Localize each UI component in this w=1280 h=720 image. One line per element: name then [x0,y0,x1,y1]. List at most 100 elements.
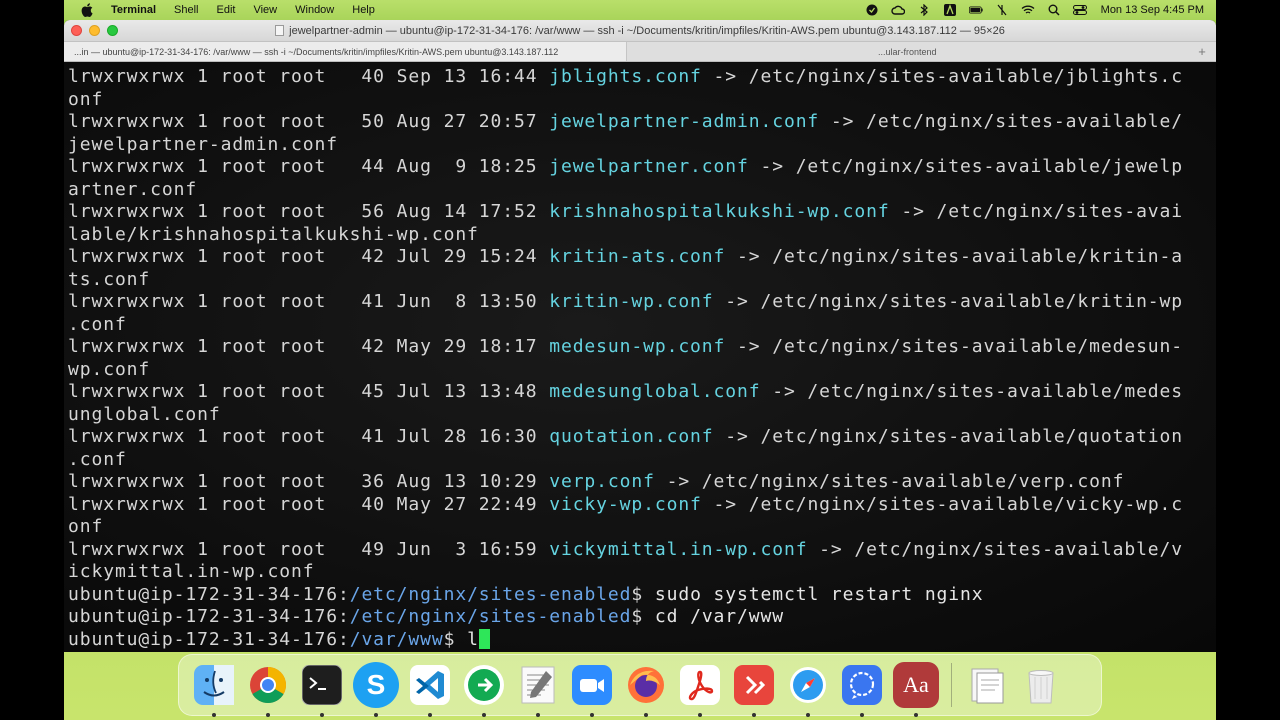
terminal-line: ubuntu@ip-172-31-34-176:/etc/nginx/sites… [68,584,1212,607]
creative-cloud-icon[interactable] [891,4,905,16]
terminal-line: ickymittal.in-wp.conf [68,561,1212,584]
dock-item-trash[interactable] [1018,662,1064,708]
dock-item-terminal[interactable] [299,662,345,717]
zoom-window-button[interactable] [107,25,118,36]
dock-item-chrome[interactable] [245,662,291,717]
tab-ssh-session[interactable]: ...in — ubuntu@ip-172-31-34-176: /var/ww… [64,42,627,61]
symlink-name: verp.conf [549,471,655,492]
symlink-name: kritin-wp.conf [549,291,714,312]
letterbox-left [0,0,64,720]
file-metadata: lrwxrwxrwx 1 root root 42 Jul 29 15:24 [68,246,550,267]
dock-item-signal[interactable] [839,662,885,717]
remote-desktop-icon [734,665,774,705]
new-tab-button[interactable]: + [1188,42,1216,61]
file-metadata: lrwxrwxrwx 1 root root 56 Aug 14 17:52 [68,201,550,222]
dock-item-mongodb-compass[interactable] [461,662,507,717]
menu-window[interactable]: Window [295,4,334,16]
battery-icon[interactable] [968,4,983,16]
tab-frontend[interactable]: ...ular-frontend [627,42,1189,61]
minimize-window-button[interactable] [89,25,100,36]
menu-help[interactable]: Help [352,4,375,16]
menu-app-name[interactable]: Terminal [111,4,156,16]
window-title: jewelpartner-admin — ubuntu@ip-172-31-34… [64,25,1216,37]
running-indicator [590,713,594,717]
dock-item-finder[interactable] [191,662,237,717]
symlink-target: -> /etc/nginx/sites-available/ [819,111,1184,132]
running-indicator [806,713,810,717]
extra-status-icon[interactable] [995,4,1009,16]
dock-item-zoom[interactable] [569,662,615,717]
symlink-target: -> /etc/nginx/sites-available/jblights.c [701,66,1184,87]
command-text: l [467,628,479,650]
dock-item-vscode[interactable] [407,662,453,717]
prompt-separator: : [337,583,350,605]
firefox-icon [626,665,666,705]
file-metadata: lrwxrwxrwx 1 root root 50 Aug 27 20:57 [68,111,550,132]
terminal-line: jewelpartner-admin.conf [68,134,1212,157]
terminal-line: lrwxrwxrwx 1 root root 44 Aug 9 18:25 je… [68,156,1212,179]
terminal-line: ts.conf [68,269,1212,292]
symlink-target: -> /etc/nginx/sites-available/vicky-wp.c [701,493,1184,515]
dock-item-dictionary[interactable]: Aa [893,662,939,717]
terminal-line: lrwxrwxrwx 1 root root 50 Aug 27 20:57 j… [68,111,1212,134]
command-text: sudo systemctl restart nginx [654,583,984,605]
wrapped-text: .conf [68,448,127,470]
terminal-line: lrwxrwxrwx 1 root root 56 Aug 14 17:52 k… [68,201,1212,224]
menu-view[interactable]: View [253,4,277,16]
symlink-target: -> /etc/nginx/sites-available/jewelp [748,156,1184,177]
dock-item-documents-stack[interactable] [964,662,1010,708]
terminal-line: lrwxrwxrwx 1 root root 49 Jun 3 16:59 vi… [68,539,1212,562]
spotlight-search-icon[interactable] [1047,4,1061,16]
terminal-line: .conf [68,314,1212,337]
signal-icon [842,665,882,705]
dock-item-skype[interactable]: S [353,662,399,717]
dictionary-icon: Aa [903,672,929,697]
wrapped-text: wp.conf [68,358,151,380]
vpn-icon[interactable] [865,4,879,16]
bluetooth-icon[interactable] [917,4,931,16]
close-window-button[interactable] [71,25,82,36]
menu-shell[interactable]: Shell [174,4,198,16]
textedit-icon [518,665,558,705]
menubar-clock[interactable]: Mon 13 Sep 4:45 PM [1101,4,1204,16]
dock-item-textedit[interactable] [515,662,561,717]
desktop: Terminal Shell Edit View Window Help Mon… [64,0,1216,720]
wrapped-text: onf [68,516,104,537]
zoom-icon [572,665,612,705]
running-indicator [320,713,324,717]
terminal-line: lrwxrwxrwx 1 root root 41 Jun 8 13:50 kr… [68,291,1212,314]
terminal-line: lrwxrwxrwx 1 root root 41 Jul 28 16:30 q… [68,426,1212,449]
wifi-icon[interactable] [1021,4,1035,16]
control-center-icon[interactable] [1072,4,1087,16]
dock-item-remote-desktop[interactable] [731,662,777,717]
skype-icon: S [366,669,386,700]
terminal-output[interactable]: lrwxrwxrwx 1 root root 40 Sep 13 16:44 j… [64,63,1216,652]
symlink-name: medesun-wp.conf [549,336,726,357]
terminal-line: onf [68,516,1212,539]
prompt-user-host: ubuntu@ip-172-31-34-176 [68,628,338,650]
dock-item-acrobat[interactable] [677,662,723,717]
symlink-target: -> /etc/nginx/sites-available/verp.conf [654,471,1125,492]
symlink-target: -> /etc/nginx/sites-available/medes [760,381,1184,402]
safari-icon [788,665,828,705]
window-titlebar[interactable]: jewelpartner-admin — ubuntu@ip-172-31-34… [64,20,1216,42]
running-indicator [698,713,702,717]
dock-item-safari[interactable] [785,662,831,717]
running-indicator [374,713,378,717]
terminal-line: lrwxrwxrwx 1 root root 45 Jul 13 13:48 m… [68,381,1212,404]
prompt-path: /etc/nginx/sites-enabled [349,583,632,605]
running-indicator [536,713,540,717]
command-text: cd /var/www [654,606,784,627]
symlink-target: -> /etc/nginx/sites-available/quotation [713,426,1184,447]
wrapped-text: ts.conf [68,268,151,290]
tab-bar: ...in — ubuntu@ip-172-31-34-176: /var/ww… [64,42,1216,62]
file-metadata: lrwxrwxrwx 1 root root 36 Aug 13 10:29 [68,471,550,492]
symlink-target: -> /etc/nginx/sites-avai [889,201,1184,222]
adobe-icon[interactable] [943,4,957,16]
file-metadata: lrwxrwxrwx 1 root root 44 Aug 9 18:25 [68,156,550,177]
dock-item-firefox[interactable] [623,662,669,717]
wrapped-text: unglobal.conf [68,403,221,425]
menu-edit[interactable]: Edit [217,4,236,16]
apple-menu-icon[interactable] [80,3,93,17]
terminal-window: jewelpartner-admin — ubuntu@ip-172-31-34… [64,20,1216,652]
